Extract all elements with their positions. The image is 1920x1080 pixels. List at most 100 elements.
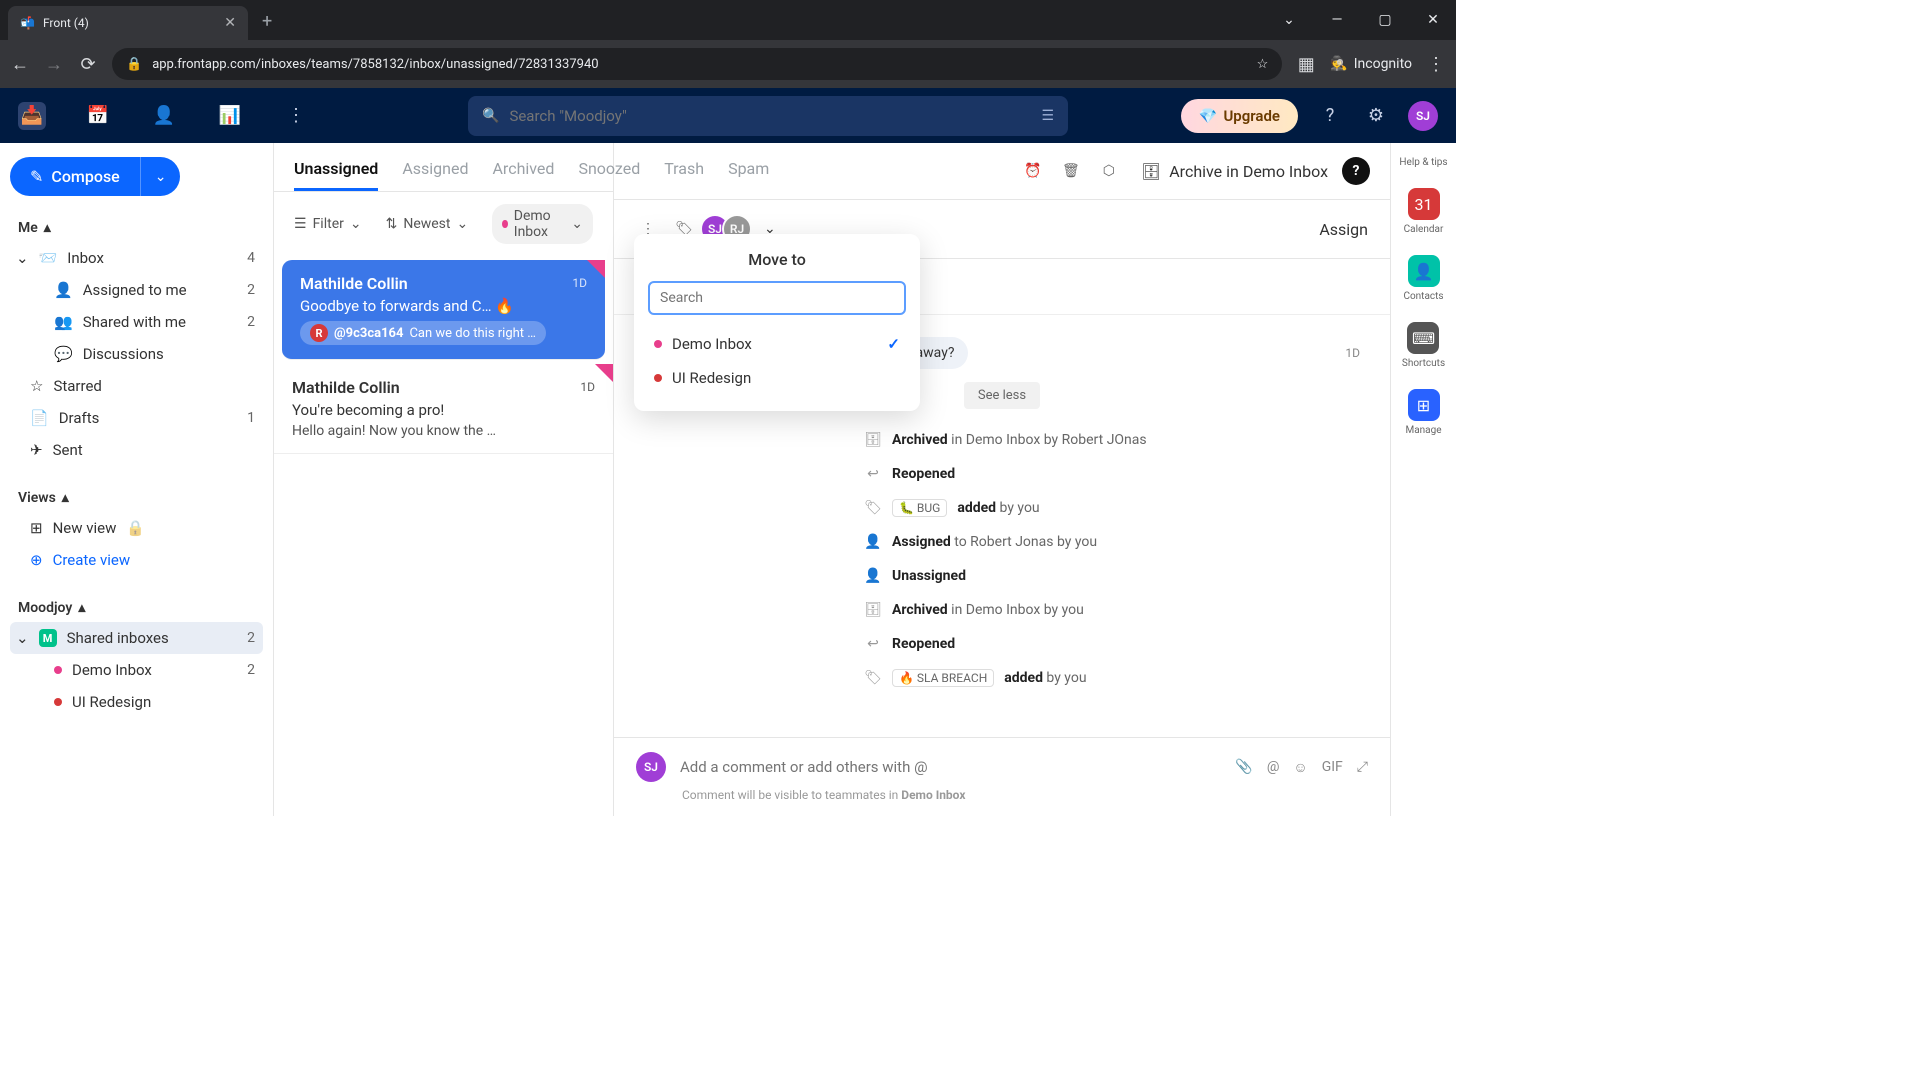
reload-icon[interactable]: ⟳ xyxy=(78,54,98,74)
move-to-popover: Move to Demo Inbox ✓ UI Redesign xyxy=(634,234,920,411)
maximize-icon[interactable]: ▢ xyxy=(1362,0,1408,40)
snooze-icon[interactable]: ⏰ xyxy=(1021,159,1045,183)
browser-tab-strip: 📬 Front (4) ✕ + ⌄ ― ▢ ✕ xyxy=(0,0,1456,40)
tab-archived[interactable]: Archived xyxy=(492,159,554,191)
attachment-icon[interactable]: 📎 xyxy=(1235,759,1252,776)
conversation-list: Unassigned Assigned Archived Snoozed Tra… xyxy=(274,143,614,816)
workspace-section-header[interactable]: Moodjoy ▴ xyxy=(10,594,263,622)
search-icon: 🔍 xyxy=(482,108,499,124)
sidebar-item-discussions[interactable]: 💬 Discussions xyxy=(10,338,263,370)
archive-in-inbox-button[interactable]: 🗄 Archive in Demo Inbox xyxy=(1141,162,1328,181)
rail-contacts[interactable]: 👤 Contacts xyxy=(1403,255,1443,302)
apps-icon: ⊞ xyxy=(1408,389,1440,421)
bookmark-star-icon[interactable]: ☆ xyxy=(1257,57,1269,72)
app-header: 📥 📅 👤 📊 ⋮ 🔍 ☰ 💎 Upgrade ? ⚙ SJ xyxy=(0,88,1456,143)
popover-search-input[interactable] xyxy=(648,281,906,315)
minimize-icon[interactable]: ― xyxy=(1314,0,1360,40)
move-to-option-demo-inbox[interactable]: Demo Inbox ✓ xyxy=(648,327,906,361)
close-window-icon[interactable]: ✕ xyxy=(1410,0,1456,40)
rail-calendar[interactable]: 31 Calendar xyxy=(1404,188,1444,235)
tab-favicon: 📬 xyxy=(20,16,35,30)
inbox-selector-chip[interactable]: Demo Inbox ⌄ xyxy=(492,204,593,244)
incognito-label: Incognito xyxy=(1354,56,1412,72)
tab-dropdown-icon[interactable]: ⌄ xyxy=(1266,0,1312,40)
see-less-button[interactable]: See less xyxy=(964,382,1040,409)
rail-manage[interactable]: ⊞ Manage xyxy=(1405,389,1441,436)
tab-assigned[interactable]: Assigned xyxy=(402,159,468,191)
browser-toolbar: ← → ⟳ 🔒 app.frontapp.com/inboxes/teams/7… xyxy=(0,40,1456,88)
gif-icon[interactable]: GIF xyxy=(1322,759,1343,776)
help-icon[interactable]: ? xyxy=(1316,102,1344,130)
activity-row: 🗄Archived in Demo Inbox by Robert JOnas xyxy=(864,423,1360,457)
trash-icon[interactable]: 🗑 xyxy=(1059,159,1083,183)
calendar-nav-icon[interactable]: 📅 xyxy=(84,102,112,130)
activity-icon: 🗄 xyxy=(864,601,882,619)
plus-circle-icon: ⊕ xyxy=(30,551,43,569)
sidebar-item-starred[interactable]: ☆ Starred xyxy=(10,370,263,402)
sidebar-item-new-view[interactable]: ⊞ New view 🔒 xyxy=(10,512,263,544)
rail-shortcuts[interactable]: ⌨ Shortcuts xyxy=(1402,322,1445,369)
conversation-card[interactable]: Mathilde Collin 1D Goodbye to forwards a… xyxy=(282,260,605,360)
new-tab-button[interactable]: + xyxy=(248,3,286,40)
browser-tab[interactable]: 📬 Front (4) ✕ xyxy=(8,6,248,40)
contacts-icon: 👤 xyxy=(1408,255,1440,287)
chevron-down-icon[interactable]: ⌄ xyxy=(16,629,29,647)
back-icon[interactable]: ← xyxy=(10,54,30,74)
sort-button[interactable]: ⇅ Newest ⌄ xyxy=(386,216,469,232)
lock-icon: 🔒 xyxy=(126,519,145,537)
activity-icon: 🗄 xyxy=(864,431,882,449)
more-nav-icon[interactable]: ⋮ xyxy=(282,102,310,130)
upgrade-button[interactable]: 💎 Upgrade xyxy=(1181,99,1298,133)
compose-button[interactable]: ✎ Compose xyxy=(10,157,140,196)
user-avatar: SJ xyxy=(636,752,666,782)
inbox-dot-icon xyxy=(654,340,662,348)
chat-icon: 💬 xyxy=(54,345,73,363)
sidebar-item-shared-with-me[interactable]: 👥 Shared with me 2 xyxy=(10,306,263,338)
sidebar-item-ui-redesign[interactable]: UI Redesign xyxy=(10,686,263,718)
sidebar-item-demo-inbox[interactable]: Demo Inbox 2 xyxy=(10,654,263,686)
move-to-option-ui-redesign[interactable]: UI Redesign xyxy=(648,361,906,395)
filter-button[interactable]: ☰ Filter ⌄ xyxy=(294,216,362,232)
conversation-card[interactable]: Mathilde Collin 1D You're becoming a pro… xyxy=(274,364,613,454)
create-view-button[interactable]: ⊕ Create view xyxy=(10,544,263,576)
url-text: app.frontapp.com/inboxes/teams/7858132/i… xyxy=(152,57,598,72)
chevron-down-icon[interactable]: ⌄ xyxy=(16,249,29,267)
sidebar-item-shared-inboxes[interactable]: ⌄ M Shared inboxes 2 xyxy=(10,622,263,654)
spam-icon[interactable]: ⬡ xyxy=(1097,159,1121,183)
comment-input[interactable] xyxy=(680,758,1221,776)
extensions-icon[interactable]: ▦ xyxy=(1296,54,1316,74)
mention-preview: R @9c3ca164 Can we do this right … xyxy=(300,321,546,345)
contacts-nav-icon[interactable]: 👤 xyxy=(150,102,178,130)
assign-button[interactable]: Assign xyxy=(1319,220,1368,239)
activity-icon: 👤 xyxy=(864,567,882,585)
gear-icon[interactable]: ⚙ xyxy=(1362,102,1390,130)
close-tab-icon[interactable]: ✕ xyxy=(224,15,236,31)
sidebar-item-assigned-to-me[interactable]: 👤 Assigned to me 2 xyxy=(10,274,263,306)
gem-icon: 💎 xyxy=(1199,107,1218,125)
global-search[interactable]: 🔍 ☰ xyxy=(468,96,1068,136)
sidebar-item-inbox[interactable]: ⌄ 📨 Inbox 4 xyxy=(10,242,263,274)
views-section-header[interactable]: Views ▴ xyxy=(10,484,263,512)
search-filter-icon[interactable]: ☰ xyxy=(1041,108,1054,124)
forward-icon[interactable]: → xyxy=(44,54,64,74)
me-section-header[interactable]: Me ▴ xyxy=(10,214,263,242)
rail-help-tips[interactable]: Help & tips xyxy=(1399,157,1447,168)
sidebar-item-sent[interactable]: ✈ Sent xyxy=(10,434,263,466)
chevron-down-icon: ⌄ xyxy=(350,216,362,232)
browser-menu-icon[interactable]: ⋮ xyxy=(1426,54,1446,74)
expand-icon[interactable]: ⤢ xyxy=(1357,759,1368,776)
chevron-down-icon: ⌄ xyxy=(155,169,167,185)
address-bar[interactable]: 🔒 app.frontapp.com/inboxes/teams/7858132… xyxy=(112,48,1282,80)
inbox-corner-tag xyxy=(587,260,605,278)
help-badge[interactable]: ? xyxy=(1342,157,1370,185)
global-search-input[interactable] xyxy=(509,107,1031,125)
analytics-nav-icon[interactable]: 📊 xyxy=(216,102,244,130)
inbox-nav-icon[interactable]: 📥 xyxy=(18,102,46,130)
mention-icon[interactable]: @ xyxy=(1267,759,1280,776)
inbox-corner-tag xyxy=(595,364,613,382)
sidebar-item-drafts[interactable]: 📄 Drafts 1 xyxy=(10,402,263,434)
user-avatar[interactable]: SJ xyxy=(1408,101,1438,131)
compose-dropdown[interactable]: ⌄ xyxy=(140,157,181,196)
tab-unassigned[interactable]: Unassigned xyxy=(294,159,378,191)
emoji-icon[interactable]: ☺ xyxy=(1293,759,1307,776)
